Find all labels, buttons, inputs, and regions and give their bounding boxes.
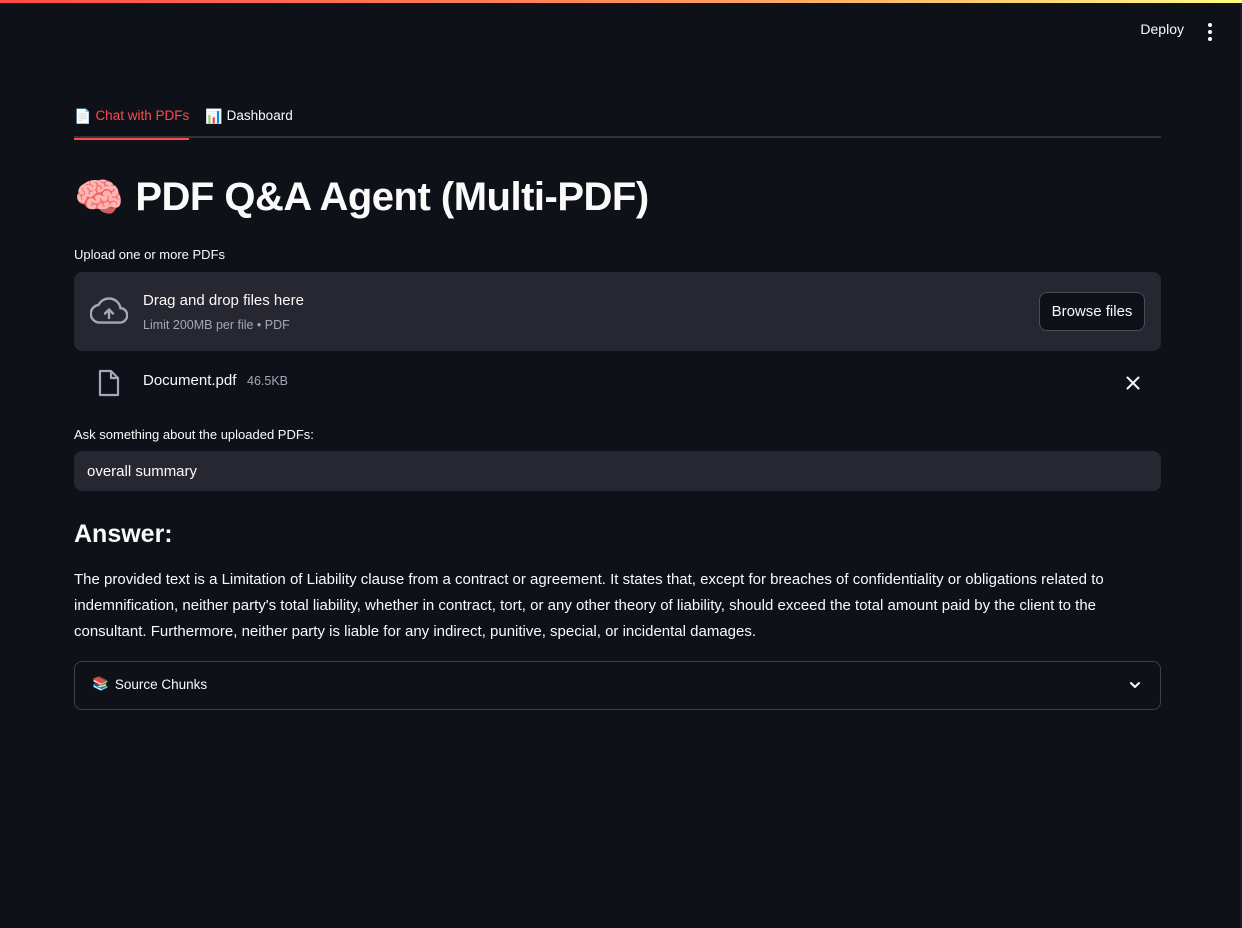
source-chunks-expander[interactable]: 📚 Source Chunks	[74, 661, 1161, 710]
brain-icon: 🧠	[74, 176, 124, 220]
question-input[interactable]	[74, 451, 1161, 491]
upload-label: Upload one or more PDFs	[74, 247, 226, 262]
page-title: 🧠 PDF Q&A Agent (Multi-PDF)	[74, 174, 649, 221]
books-icon: 📚	[92, 676, 109, 691]
more-vertical-icon[interactable]	[1200, 20, 1220, 44]
answer-heading: Answer:	[74, 520, 173, 548]
chevron-down-icon	[1128, 678, 1142, 697]
expander-label: Source Chunks	[114, 676, 208, 692]
file-dropzone[interactable]: Drag and drop files here Limit 200MB per…	[74, 272, 1161, 351]
bar-chart-icon: 📊	[205, 108, 223, 124]
page-facing-up-icon: 📄	[74, 108, 92, 124]
close-icon[interactable]	[1123, 373, 1143, 393]
file-name: Document.pdf	[143, 372, 237, 389]
answer-text: The provided text is a Limitation of Lia…	[74, 571, 1104, 640]
deploy-button[interactable]: Deploy	[1140, 21, 1184, 37]
expander-header: 📚 Source Chunks	[92, 676, 207, 692]
tab-dashboard[interactable]: 📊 Dashboard	[205, 100, 292, 138]
app-header: Deploy	[0, 3, 1242, 59]
tab-bar: 📄 Chat with PDFs 📊 Dashboard	[74, 100, 1161, 140]
page-title-text: PDF Q&A Agent (Multi-PDF)	[135, 175, 649, 219]
tab-label: Dashboard	[226, 108, 293, 123]
file-size: 46.5KB	[247, 374, 289, 388]
cloud-upload-icon	[89, 296, 129, 331]
browse-files-button[interactable]: Browse files	[1039, 292, 1145, 331]
file-icon	[98, 369, 120, 402]
tab-chat-with-pdfs[interactable]: 📄 Chat with PDFs	[74, 100, 190, 140]
question-label: Ask something about the uploaded PDFs:	[74, 427, 314, 442]
dropzone-limit-text: Limit 200MB per file • PDF	[143, 318, 290, 332]
tab-label: Chat with PDFs	[95, 108, 190, 123]
dropzone-instructions: Drag and drop files here	[143, 292, 304, 309]
uploaded-file-item: Document.pdf 46.5KB	[74, 366, 1161, 400]
